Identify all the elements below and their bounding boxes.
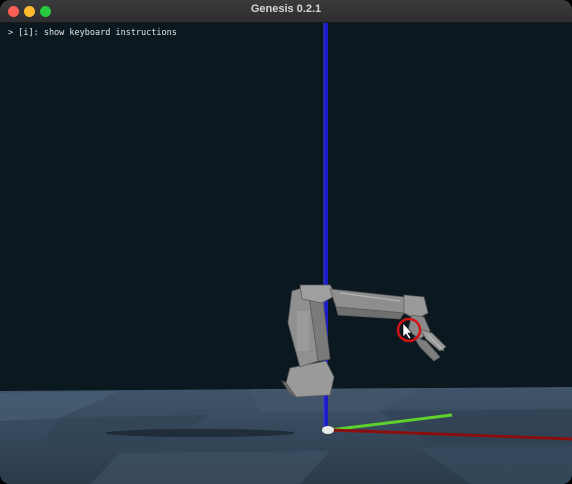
world-axes — [322, 23, 572, 441]
3d-viewport[interactable]: > [i]: show keyboard instructions — [0, 23, 572, 484]
origin-marker — [322, 426, 334, 434]
scene-canvas[interactable] — [0, 23, 572, 484]
robot-base — [285, 360, 335, 398]
app-window: Genesis 0.2.1 > [i]: show keyboard instr… — [0, 0, 572, 484]
keyboard-hint-text: > [i]: show keyboard instructions — [8, 28, 177, 38]
window-title: Genesis 0.2.1 — [250, 3, 322, 15]
title-bar[interactable]: Genesis 0.2.1 — [0, 0, 572, 23]
robot-arm[interactable] — [280, 284, 447, 398]
